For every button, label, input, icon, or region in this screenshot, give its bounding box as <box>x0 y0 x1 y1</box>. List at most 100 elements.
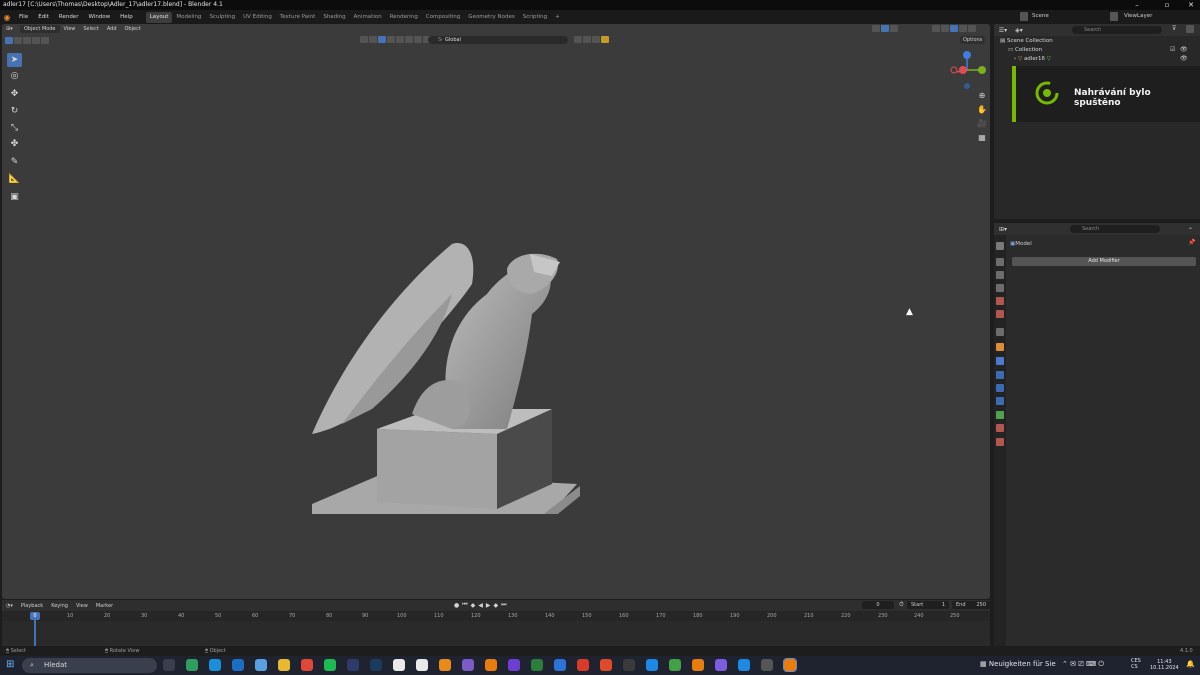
playback-controls[interactable]: ● ⏮ ◆ ◀ ▶ ◆ ⏭ <box>454 601 507 609</box>
blender-logo-icon[interactable]: ◉ <box>0 13 14 22</box>
visibility-eye-icon[interactable]: 👁 <box>1180 46 1188 53</box>
eagle-statue-model[interactable] <box>302 214 592 514</box>
scene-icon[interactable] <box>1020 12 1028 21</box>
notification-bell-icon[interactable]: 🔔 <box>1186 660 1195 668</box>
jump-start-icon[interactable]: ⏮ <box>462 601 467 609</box>
store-icon[interactable] <box>255 659 267 671</box>
tab-scripting[interactable]: Scripting <box>519 12 551 23</box>
timeline-editor-icon[interactable]: ◔▾ <box>2 602 17 610</box>
tab-rendering[interactable]: Rendering <box>386 12 422 23</box>
exclude-checkbox[interactable]: ☑ <box>1170 46 1175 53</box>
menu-playback[interactable]: Playback <box>17 602 47 610</box>
app-icon[interactable] <box>600 659 612 671</box>
camera-view-icon[interactable]: 🎥 <box>975 118 989 130</box>
object-row-adler16[interactable]: › ▽ adler16 ▽ <box>1014 55 1051 64</box>
menu-help[interactable]: Help <box>115 10 138 24</box>
record-icon[interactable]: ● <box>454 602 459 609</box>
jump-end-icon[interactable]: ⏭ <box>501 601 506 609</box>
tab-layout[interactable]: Layout <box>145 12 173 23</box>
visibility-eye-icon[interactable]: 👁 <box>1180 55 1188 62</box>
tab-animation[interactable]: Animation <box>350 12 386 23</box>
app-icon[interactable] <box>646 659 658 671</box>
app-icon[interactable] <box>669 659 681 671</box>
menu-object[interactable]: Object <box>121 25 145 33</box>
explorer-icon[interactable] <box>278 659 290 671</box>
menu-keying[interactable]: Keying <box>47 602 72 610</box>
panel-options-icon[interactable]: ⌄ <box>1188 224 1193 231</box>
spotify-icon[interactable] <box>324 659 336 671</box>
tab-shading[interactable]: Shading <box>319 12 349 23</box>
app-icon[interactable] <box>623 659 635 671</box>
minimize-icon[interactable]: – <box>1128 0 1146 10</box>
transform-tool[interactable]: ✤ <box>7 137 22 151</box>
scene-tab-icon[interactable] <box>996 297 1004 305</box>
outliner-editor-icon[interactable]: ☰▾ <box>994 27 1012 34</box>
filter-icons[interactable] <box>574 36 610 43</box>
rotate-tool[interactable]: ↻ <box>7 104 22 118</box>
timeline-ruler[interactable]: 10 20 30 40 50 60 70 80 90 100 110 120 1… <box>2 611 990 621</box>
scene-selector[interactable]: Scene <box>1032 13 1049 19</box>
current-frame-field[interactable]: 0 <box>862 601 894 609</box>
taskbar-search[interactable]: ⌕ Hledat <box>22 658 157 673</box>
constraints-tab-icon[interactable] <box>996 397 1004 405</box>
tool-tab-icon[interactable] <box>996 242 1004 250</box>
menu-timeline-view[interactable]: View <box>72 602 92 610</box>
3d-viewport[interactable]: ⊞▾ Object Mode View Select Add Object Se… <box>2 24 990 599</box>
maximize-icon[interactable]: ▫ <box>1158 0 1176 10</box>
chrome-icon[interactable] <box>301 659 313 671</box>
clock-icon[interactable]: ⏱ <box>899 601 904 609</box>
play-icon[interactable]: ▶ <box>486 602 491 609</box>
object-tab-icon[interactable] <box>996 343 1004 351</box>
menu-marker[interactable]: Marker <box>92 602 117 610</box>
gizmo-toggle-group[interactable] <box>872 25 916 33</box>
steam-icon[interactable] <box>370 659 382 671</box>
outliner-search-input[interactable]: Search <box>1072 26 1162 34</box>
selection-mode-group[interactable] <box>5 36 50 44</box>
texture-tab-icon[interactable] <box>996 438 1004 446</box>
app-icon[interactable] <box>577 659 589 671</box>
pin-icon[interactable]: 📌 <box>1188 239 1195 246</box>
tab-modeling[interactable]: Modeling <box>172 12 205 23</box>
add-workspace-button[interactable]: + <box>551 12 564 23</box>
clock[interactable]: 11:43 10.11.2024 <box>1150 659 1179 671</box>
menu-file[interactable]: File <box>14 10 33 24</box>
menu-edit[interactable]: Edit <box>33 10 54 24</box>
navigation-gizmo[interactable] <box>946 48 988 92</box>
render-tab-icon[interactable] <box>996 258 1004 266</box>
playhead[interactable]: 0 <box>30 612 40 620</box>
particles-tab-icon[interactable] <box>996 371 1004 379</box>
task-view-icon[interactable] <box>163 659 175 671</box>
editor-type-icon[interactable]: ⊞▾ <box>2 25 20 33</box>
tab-texture-paint[interactable]: Texture Paint <box>276 12 320 23</box>
options-dropdown[interactable]: Options <box>960 36 986 44</box>
end-frame-field[interactable]: End 250 <box>952 601 990 609</box>
start-frame-field[interactable]: Start 1 <box>907 601 949 609</box>
menu-render[interactable]: Render <box>54 10 84 24</box>
edge-icon[interactable] <box>209 659 221 671</box>
view-layer-icon[interactable] <box>1110 12 1118 21</box>
output-tab-icon[interactable] <box>996 271 1004 279</box>
app-icon[interactable] <box>738 659 750 671</box>
app-icon[interactable] <box>715 659 727 671</box>
filter-icon[interactable]: ⊽ <box>1172 25 1176 32</box>
menu-view[interactable]: View <box>60 25 80 33</box>
vlc-icon[interactable] <box>439 659 451 671</box>
document-icon[interactable] <box>393 659 405 671</box>
pan-hand-icon[interactable]: ✋ <box>975 104 989 116</box>
properties-editor-icon[interactable]: ⊞▾ <box>994 226 1012 233</box>
add-cube-tool[interactable]: ▣ <box>7 190 22 204</box>
tab-sculpting[interactable]: Sculpting <box>205 12 239 23</box>
data-tab-icon[interactable] <box>996 411 1004 419</box>
menu-window[interactable]: Window <box>83 10 115 24</box>
close-icon[interactable]: ✕ <box>1182 0 1200 10</box>
zoom-icon[interactable]: ⊕ <box>975 90 989 102</box>
menu-select[interactable]: Select <box>79 25 102 33</box>
annotate-tool[interactable]: ✎ <box>7 155 22 169</box>
view-layer-selector[interactable]: ViewLayer <box>1124 13 1152 19</box>
collection-row[interactable]: ▭ Collection <box>1008 46 1042 55</box>
menu-add[interactable]: Add <box>103 25 121 33</box>
system-tray-icons[interactable]: ⌃ ✉ ⎚ ⌨ ⏻ <box>1062 660 1104 669</box>
add-modifier-button[interactable]: Add Modifier <box>1012 257 1196 266</box>
app-icon[interactable] <box>531 659 543 671</box>
language-indicator[interactable]: CES CS <box>1131 658 1141 670</box>
